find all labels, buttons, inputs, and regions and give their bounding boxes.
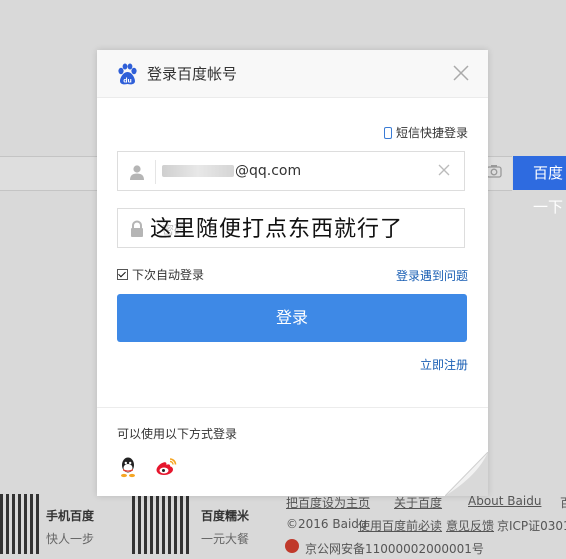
clear-icon[interactable] (438, 164, 452, 178)
username-value: @qq.com (162, 163, 301, 179)
password-overlay-text: 这里随便打点东西就行了 (150, 217, 404, 242)
footer-qr-code-app2 (132, 494, 190, 554)
footer-link-homepage: 把百度设为主页 (286, 496, 371, 510)
footer-police-record: 京公网安备11000002000001号 (305, 542, 484, 556)
qq-icon[interactable] (117, 456, 139, 478)
footer-link-about-cn: 关于百度 (394, 496, 443, 510)
username-field[interactable]: @qq.com (117, 151, 465, 191)
footer-link-about-en: About Baidu (468, 494, 542, 508)
camera-icon (486, 164, 502, 178)
footer-app1-sub: 快人一步 (46, 532, 95, 546)
sms-login-link[interactable]: 短信快捷登录 (383, 124, 468, 141)
svg-text:du: du (123, 78, 132, 85)
divider (97, 407, 488, 408)
dialog-title: 登录百度帐号 (147, 65, 238, 83)
login-dialog: du 登录百度帐号 短信快捷登录 @qq.com 密码 这里随便打点东西就行了 (97, 50, 488, 496)
remember-me-label: 下次自动登录 (132, 268, 205, 282)
redacted-text-block (162, 165, 234, 177)
remember-me-checkbox[interactable]: 下次自动登录 (117, 266, 204, 283)
police-badge-icon (285, 539, 299, 553)
footer-link-must-read: 使用百度前必读 (358, 519, 443, 533)
footer-link-feedback: 意见反馈 (446, 519, 495, 533)
baidu-paw-logo-icon: du (118, 63, 137, 85)
footer-link-more: 百 (560, 494, 566, 511)
sms-login-label: 短信快捷登录 (395, 126, 468, 140)
footer-qr-code-app1 (0, 494, 40, 554)
lock-icon (131, 220, 143, 237)
dialog-header: du 登录百度帐号 (97, 50, 488, 98)
user-icon (130, 165, 144, 180)
footer-app2-title: 百度糯米 (201, 509, 250, 523)
background-search-button: 百度一下 (513, 156, 566, 216)
weibo-icon[interactable] (155, 456, 177, 478)
phone-icon (383, 126, 392, 139)
footer-copyright: ©2016 Baidu (286, 517, 367, 531)
footer-icp: 京ICP证0301 (497, 519, 566, 533)
register-link[interactable]: 立即注册 (420, 356, 468, 373)
footer-app2-sub: 一元大餐 (201, 532, 250, 546)
password-field[interactable]: 密码 这里随便打点东西就行了 (117, 208, 465, 248)
checkbox-checked[interactable] (117, 269, 128, 280)
field-separator (155, 160, 156, 184)
login-button[interactable]: 登录 (117, 294, 467, 342)
page-curl-corner (445, 452, 488, 496)
close-icon[interactable] (452, 64, 470, 82)
footer-app1-title: 手机百度 (46, 509, 95, 523)
login-problem-link[interactable]: 登录遇到问题 (396, 267, 468, 284)
other-login-methods-label: 可以使用以下方式登录 (117, 427, 238, 441)
username-domain: @qq.com (235, 163, 302, 179)
